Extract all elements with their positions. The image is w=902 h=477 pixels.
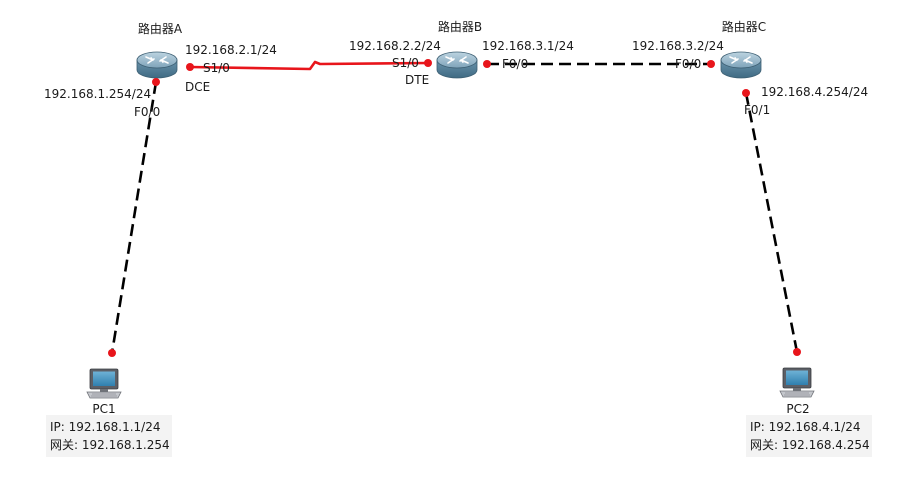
router-b-s10-ip-label: 192.168.2.2/24 [349, 39, 441, 53]
router-c-f01-ip-label: 192.168.4.254/24 [761, 85, 868, 99]
router-c-f00-port[interactable] [707, 60, 715, 68]
router-a-label: 路由器A [138, 21, 183, 36]
pc2-ip-label: IP: 192.168.4.1/24 [750, 420, 860, 434]
router-a-s10-port-label: S1/0 [203, 61, 230, 75]
pc1-label: PC1 [92, 402, 115, 416]
router-a-s10-ip-label: 192.168.2.1/24 [185, 43, 277, 57]
pc2-info-box: IP: 192.168.4.1/24 网关: 192.168.4.254 [746, 415, 872, 457]
router-b-dte-label: DTE [405, 73, 429, 87]
pc2-label: PC2 [786, 402, 809, 416]
router-a-f00-port-label: F0/0 [134, 105, 160, 119]
router-b-f00-port[interactable] [483, 60, 491, 68]
link-router-c-pc2-ethernet[interactable] [744, 92, 799, 353]
pc1-info-box: IP: 192.168.1.1/24 网关: 192.168.1.254 [46, 415, 172, 457]
router-b-icon[interactable] [436, 51, 478, 79]
router-b-s10-port-label: S1/0 [392, 56, 419, 70]
router-b-label: 路由器B [438, 19, 482, 34]
router-b-f00-port-label: F0/0 [502, 57, 528, 71]
router-b-f00-ip-label: 192.168.3.1/24 [482, 39, 574, 53]
router-a-f00-ip-label: 192.168.1.254/24 [44, 87, 151, 101]
pc2-icon[interactable] [779, 367, 815, 398]
router-c-f00-ip-label: 192.168.3.2/24 [632, 39, 724, 53]
pc1-gateway-label: 网关: 192.168.1.254 [50, 438, 170, 452]
network-topology-diagram: 路由器A 路由器B 路由器C PC1 PC2 192.168.2.1/24 S1… [44, 19, 872, 457]
pc2-gateway-label: 网关: 192.168.4.254 [750, 438, 870, 452]
router-c-f01-port-label: F0/1 [744, 103, 770, 117]
router-c-f01-port[interactable] [742, 89, 750, 97]
pc1-ip-label: IP: 192.168.1.1/24 [50, 420, 160, 434]
router-a-dce-label: DCE [185, 80, 210, 94]
router-a-s10-port[interactable] [186, 63, 194, 71]
pc2-port[interactable] [793, 348, 801, 356]
router-b-s10-port[interactable] [424, 59, 432, 67]
router-a-icon[interactable] [136, 51, 178, 79]
router-c-icon[interactable] [720, 51, 762, 79]
pc1-port[interactable] [108, 349, 116, 357]
router-a-f00-port[interactable] [152, 78, 160, 86]
router-c-label: 路由器C [722, 19, 766, 34]
pc1-icon[interactable] [86, 368, 122, 399]
link-router-a-pc1-ethernet[interactable] [110, 81, 158, 354]
router-c-f00-port-label: F0/0 [675, 57, 701, 71]
